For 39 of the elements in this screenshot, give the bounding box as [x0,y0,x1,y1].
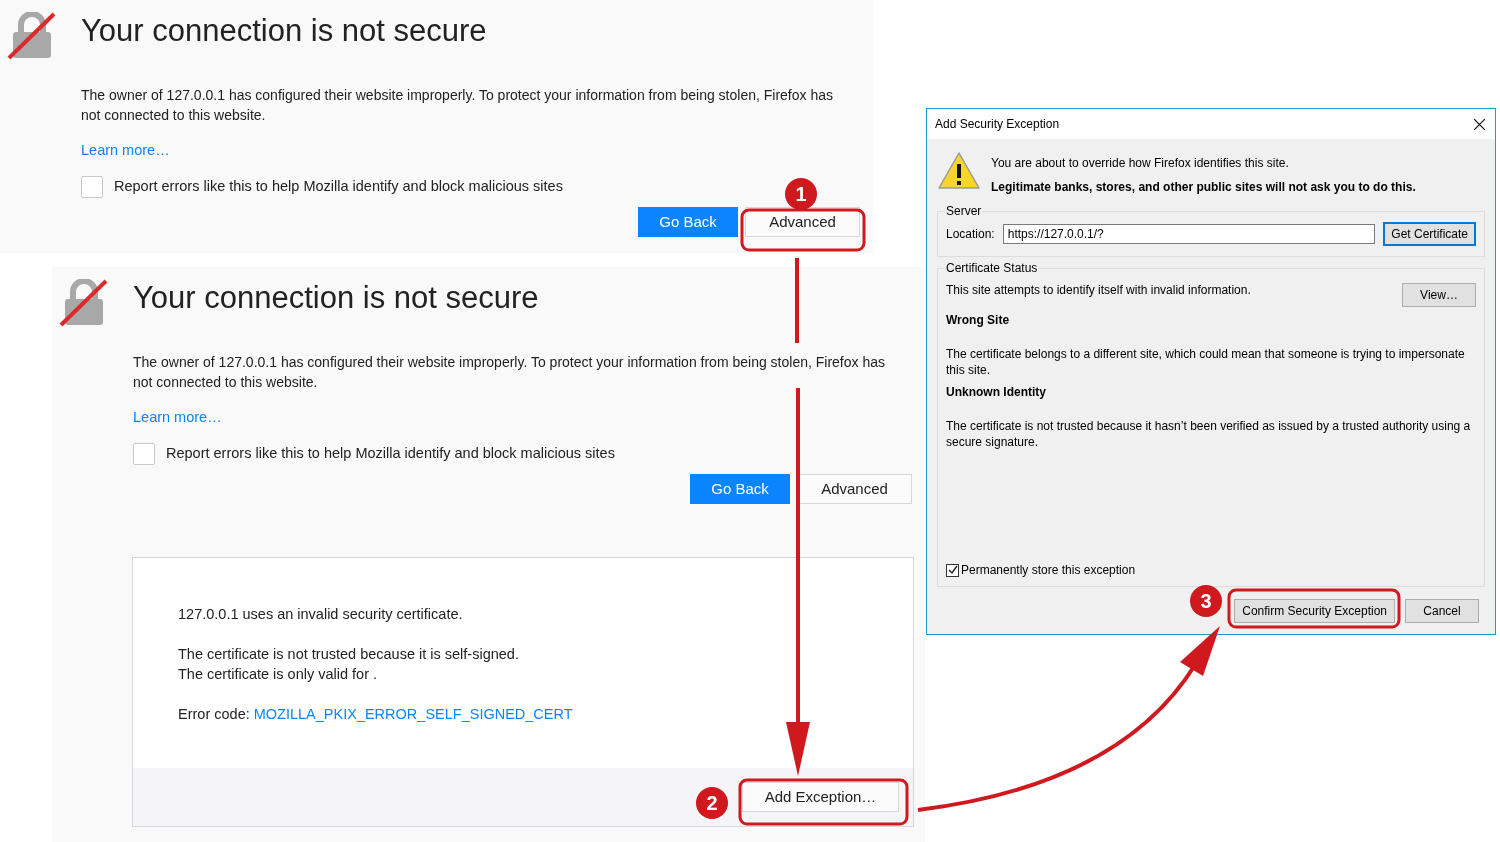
error-description: The owner of 127.0.0.1 has configured their website improperly. To protect your information from being stolen, Firefox has not connected to this website. [133,353,886,392]
broken-lock-icon [7,12,57,60]
dialog-title: Add Security Exception [935,116,1060,133]
certificate-message: The certificate is not trusted because it is self-signed. [178,644,519,664]
page-title: Your connection is not secure [133,279,539,317]
certificate-message: 127.0.0.1 uses an invalid security certificate. [178,604,463,624]
permanent-store-label: Permanently store this exception [961,562,1136,579]
group-legend: Server [945,202,983,220]
section-heading: Wrong Site [946,312,1010,329]
advanced-button[interactable]: Advanced [745,206,860,237]
certificate-message: The certificate is only valid for . [178,664,378,684]
status-summary: This site attempts to identify itself with invalid information. [946,282,1251,299]
error-code-label: Error code: [178,704,250,724]
error-code-link[interactable]: MOZILLA_PKIX_ERROR_SELF_SIGNED_CERT [253,703,573,724]
group-legend: Certificate Status [945,259,1039,277]
go-back-button[interactable]: Go Back [638,206,738,237]
view-button[interactable]: View… [1402,283,1476,307]
location-field[interactable]: https://127.0.0.1/? [1002,224,1376,244]
confirm-button[interactable]: Confirm Security Exception [1234,599,1395,623]
checkmark-icon [947,565,958,575]
close-icon [1473,118,1485,130]
section-text: The certificate belongs to a different site, which could mean that someone is trying to impersonate this site. [946,346,1466,378]
report-errors-label: Report errors like this to help Mozilla identify and block malicious sites [114,176,563,196]
advanced-button[interactable]: Advanced [797,473,912,504]
go-back-button[interactable]: Go Back [690,473,790,504]
cancel-button[interactable]: Cancel [1405,599,1479,623]
get-certificate-button[interactable]: Get Certificate [1383,222,1476,246]
section-heading: Unknown Identity [946,384,1046,401]
warning-icon [937,151,981,191]
error-description: The owner of 127.0.0.1 has configured their website improperly. To protect your information from being stolen, Firefox has not connected to this website. [81,86,834,125]
section-text: The certificate is not trusted because it hasn’t been verified as issued by a trusted authority using a secure signature. [946,418,1472,450]
checkbox[interactable] [946,563,959,577]
location-label: Location: [946,226,995,243]
warning-bold-text: Legitimate banks, stores, and other public sites will not ask you to do this. [991,179,1416,196]
broken-lock-icon [59,279,109,327]
page-title: Your connection is not secure [81,12,487,50]
report-errors-label: Report errors like this to help Mozilla identify and block malicious sites [166,443,615,463]
warning-text: You are about to override how Firefox identifies this site. [991,155,1290,172]
add-exception-button[interactable]: Add Exception… [742,781,899,812]
